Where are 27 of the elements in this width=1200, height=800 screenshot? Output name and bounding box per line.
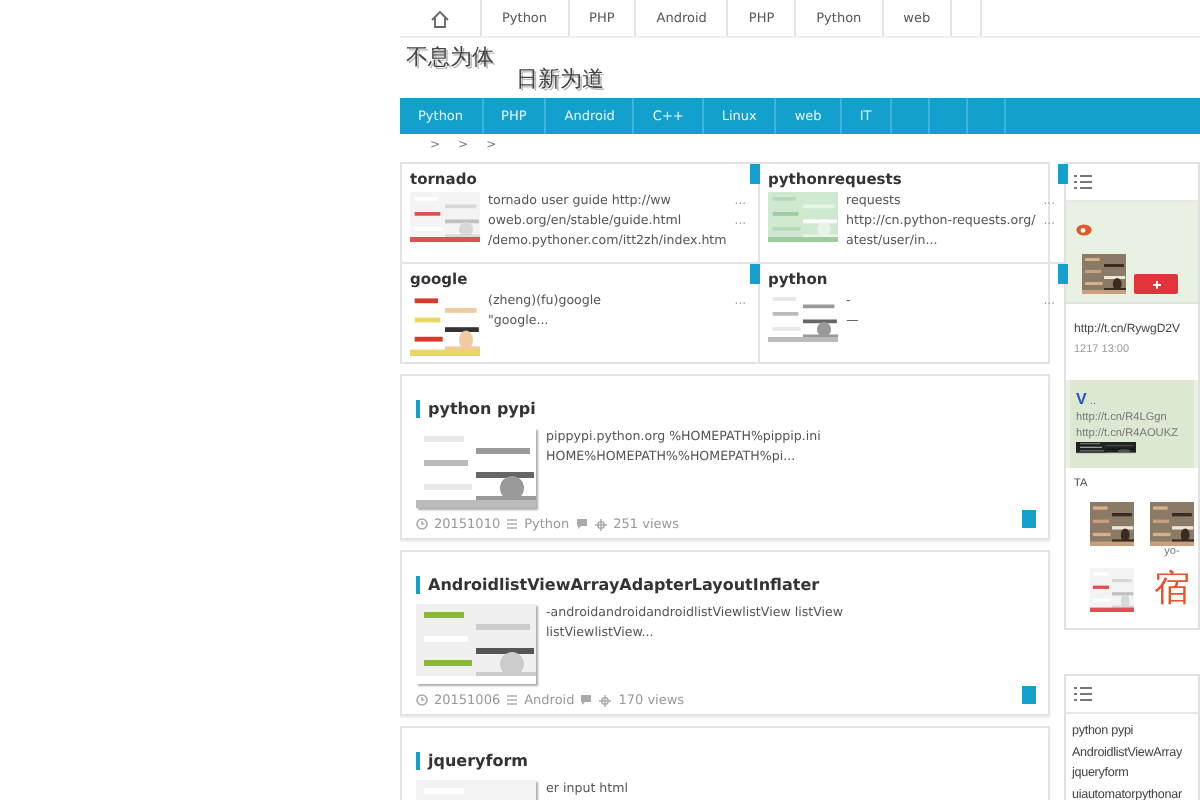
follow-button[interactable] [1134,274,1178,294]
views-icon [593,517,608,531]
clock-icon [416,694,428,706]
category-icon [506,694,519,706]
weibo-icon[interactable] [1076,222,1092,236]
clock-icon [416,518,428,530]
post-title[interactable]: python pypi [416,400,536,418]
corner-marker [1058,264,1069,284]
plus-icon [1151,279,1161,289]
corner-marker [750,264,761,284]
views-icon [598,693,613,707]
list-icon[interactable] [1074,686,1092,702]
logo-glyph: 宿 [1154,568,1190,612]
verified-label: V [1076,390,1087,408]
comment-icon [575,518,588,530]
logo-text: 日新为道 [516,64,604,94]
corner-marker [1022,510,1036,528]
corner-marker [1022,686,1036,704]
logo-text: 不息为体 [406,42,494,72]
corner-marker [750,164,761,184]
home-icon[interactable] [430,9,450,27]
list-icon[interactable] [1074,174,1092,190]
corner-marker [1058,164,1069,184]
category-icon [506,518,519,530]
post-title[interactable]: AndroidlistViewArrayAdapterLayoutInflater [416,576,820,594]
comment-icon [580,694,593,706]
post-title[interactable]: jqueryform [416,752,529,770]
